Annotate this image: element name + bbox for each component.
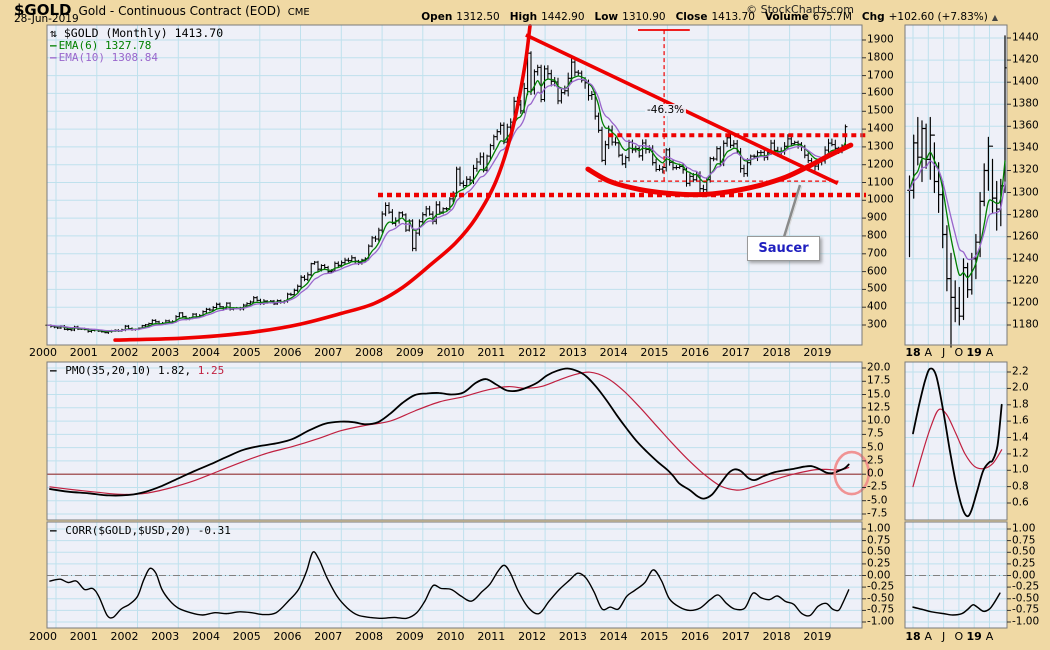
chart-canvas [45, 24, 1011, 629]
stockcharts-chart-page: $GOLD Gold - Continuous Contract (EOD) C… [0, 0, 1050, 650]
